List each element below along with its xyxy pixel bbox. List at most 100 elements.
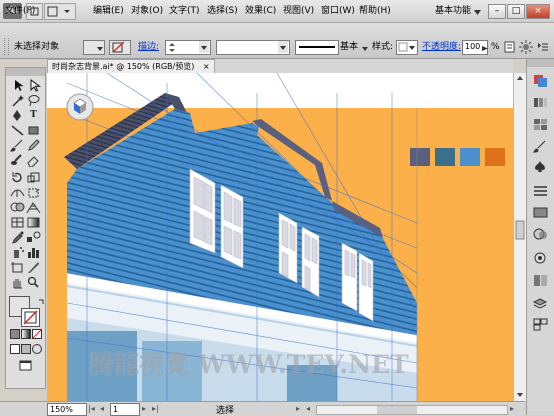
- menu-edit[interactable]: 编辑(E): [90, 4, 127, 18]
- menu-help[interactable]: 帮助(H): [356, 4, 394, 18]
- lasso-tool-icon[interactable]: [26, 94, 41, 107]
- menu-object[interactable]: 对象(O): [128, 4, 166, 18]
- swatches-panel-icon[interactable]: [532, 117, 549, 132]
- mesh-tool-icon[interactable]: [10, 216, 25, 229]
- color-guide-icon[interactable]: [532, 95, 549, 110]
- scale-tool-icon[interactable]: [26, 171, 41, 184]
- appearance-panel-icon[interactable]: [532, 251, 549, 266]
- swatch-1: [410, 148, 430, 166]
- graphic-style-swatch[interactable]: [396, 40, 418, 55]
- tools-panel-header[interactable]: [6, 68, 45, 76]
- transparency-panel-icon[interactable]: [532, 227, 549, 242]
- swap-fill-stroke-icon[interactable]: [39, 297, 45, 307]
- direct-selection-tool-icon[interactable]: [26, 79, 42, 92]
- maximize-button[interactable]: □: [507, 4, 525, 19]
- control-bar-grip[interactable]: [4, 38, 9, 55]
- status-menu-icon[interactable]: ▸: [296, 404, 300, 413]
- control-panel-menu-icon[interactable]: [537, 41, 549, 56]
- menu-select[interactable]: 选择(S): [204, 4, 241, 18]
- line-segment-tool-icon[interactable]: [10, 124, 25, 137]
- draw-behind-icon[interactable]: [21, 344, 31, 354]
- artboards-panel-icon[interactable]: [532, 317, 549, 332]
- magic-wand-tool-icon[interactable]: [10, 94, 25, 107]
- selection-tool-icon[interactable]: [10, 79, 25, 92]
- eyedropper-tool-icon[interactable]: [10, 231, 25, 244]
- free-transform-tool-icon[interactable]: [26, 186, 41, 199]
- brush-definition-preview[interactable]: [295, 40, 339, 55]
- fill-dropdown-icon[interactable]: [97, 44, 103, 54]
- artboard-canvas[interactable]: 腾龍視覺 WWW.TEV.NET: [47, 73, 513, 401]
- panel-dock-header[interactable]: [527, 59, 554, 67]
- menu-effect[interactable]: 效果(C): [242, 4, 279, 18]
- none-mode-icon[interactable]: [32, 329, 42, 339]
- document-setup-icon[interactable]: [503, 40, 517, 57]
- type-tool-icon[interactable]: T: [26, 109, 41, 122]
- perspective-grid-tool-icon[interactable]: [26, 201, 41, 214]
- hscroll-left-icon[interactable]: ◂: [306, 404, 310, 413]
- previous-artboard-icon[interactable]: ◂: [100, 404, 104, 413]
- workspace-switcher[interactable]: 基本功能: [432, 4, 474, 18]
- stroke-weight-field[interactable]: [165, 40, 211, 55]
- selection-status-label: 未选择对象: [14, 42, 60, 52]
- menu-file[interactable]: 文件(F): [2, 4, 38, 18]
- screen-mode-icon[interactable]: [18, 359, 33, 372]
- artboard-tool-icon[interactable]: [10, 261, 25, 274]
- brush-dropdown-icon[interactable]: [362, 44, 368, 54]
- opacity-link[interactable]: 不透明度:: [422, 41, 461, 53]
- first-artboard-icon[interactable]: |◂: [88, 404, 95, 413]
- next-artboard-icon[interactable]: ▸: [142, 404, 146, 413]
- document-tab[interactable]: 时尚杂志背景.ai* @ 150% (RGB/预览) ×: [47, 59, 215, 74]
- rectangle-tool-icon[interactable]: [26, 124, 41, 137]
- draw-normal-icon[interactable]: [10, 344, 20, 354]
- arrange-documents-button[interactable]: [44, 3, 76, 20]
- gradient-panel-icon[interactable]: [532, 205, 549, 220]
- pen-tool-icon[interactable]: [10, 109, 25, 122]
- symbol-sprayer-tool-icon[interactable]: [10, 246, 25, 259]
- brushes-panel-icon[interactable]: [532, 139, 549, 154]
- zoom-tool-icon[interactable]: [26, 276, 41, 289]
- eraser-tool-icon[interactable]: [26, 154, 41, 168]
- opacity-percent-label: %: [491, 42, 500, 52]
- column-graph-tool-icon[interactable]: [26, 246, 41, 259]
- horizontal-scrollbar[interactable]: [316, 405, 508, 415]
- blend-tool-icon[interactable]: [26, 231, 41, 244]
- layers-panel-icon[interactable]: [532, 297, 549, 312]
- artboard-number-field[interactable]: 1: [110, 403, 140, 416]
- stroke-panel-icon[interactable]: [532, 183, 549, 198]
- hand-tool-icon[interactable]: [10, 276, 25, 289]
- close-button[interactable]: ×: [526, 4, 550, 19]
- pencil-tool-icon[interactable]: [26, 139, 41, 152]
- menu-window[interactable]: 窗口(W): [318, 4, 358, 18]
- variable-width-profile[interactable]: [216, 40, 290, 55]
- close-tab-icon[interactable]: ×: [203, 62, 210, 71]
- stroke-color-box[interactable]: [21, 308, 40, 327]
- workspace-dropdown-icon[interactable]: [474, 8, 481, 18]
- brush-definition-label: 基本: [340, 42, 359, 52]
- paintbrush-tool-icon[interactable]: [9, 139, 25, 152]
- stroke-link[interactable]: 描边:: [138, 41, 159, 53]
- color-panel-icon[interactable]: [532, 73, 549, 88]
- stroke-color-swatch[interactable]: [109, 40, 131, 55]
- shape-builder-tool-icon[interactable]: [10, 201, 25, 214]
- symbols-panel-icon[interactable]: [532, 159, 549, 174]
- tools-panel: T: [5, 67, 46, 389]
- gradient-tool-icon[interactable]: [26, 216, 41, 229]
- isolate-object-icon[interactable]: [519, 40, 533, 57]
- zoom-level-field[interactable]: 150%: [47, 403, 87, 416]
- menu-view[interactable]: 视图(V): [280, 4, 317, 18]
- draw-inside-icon[interactable]: [32, 344, 42, 354]
- last-artboard-icon[interactable]: ▸|: [152, 404, 159, 413]
- graphic-styles-panel-icon[interactable]: [532, 273, 549, 288]
- minimize-button[interactable]: –: [488, 4, 506, 19]
- vertical-scrollbar[interactable]: [513, 73, 526, 401]
- opacity-arrow-icon[interactable]: [482, 44, 488, 54]
- rotate-tool-icon[interactable]: [10, 171, 25, 184]
- slice-tool-icon[interactable]: [26, 261, 41, 274]
- hscroll-right-icon[interactable]: ▸: [510, 404, 514, 413]
- color-mode-icon[interactable]: [10, 329, 20, 339]
- width-tool-icon[interactable]: [10, 186, 25, 199]
- blob-brush-tool-icon[interactable]: [10, 154, 25, 167]
- menu-type[interactable]: 文字(T): [166, 4, 203, 18]
- gradient-mode-icon[interactable]: [21, 329, 31, 339]
- horizontal-scroll-thumb[interactable]: [377, 406, 417, 414]
